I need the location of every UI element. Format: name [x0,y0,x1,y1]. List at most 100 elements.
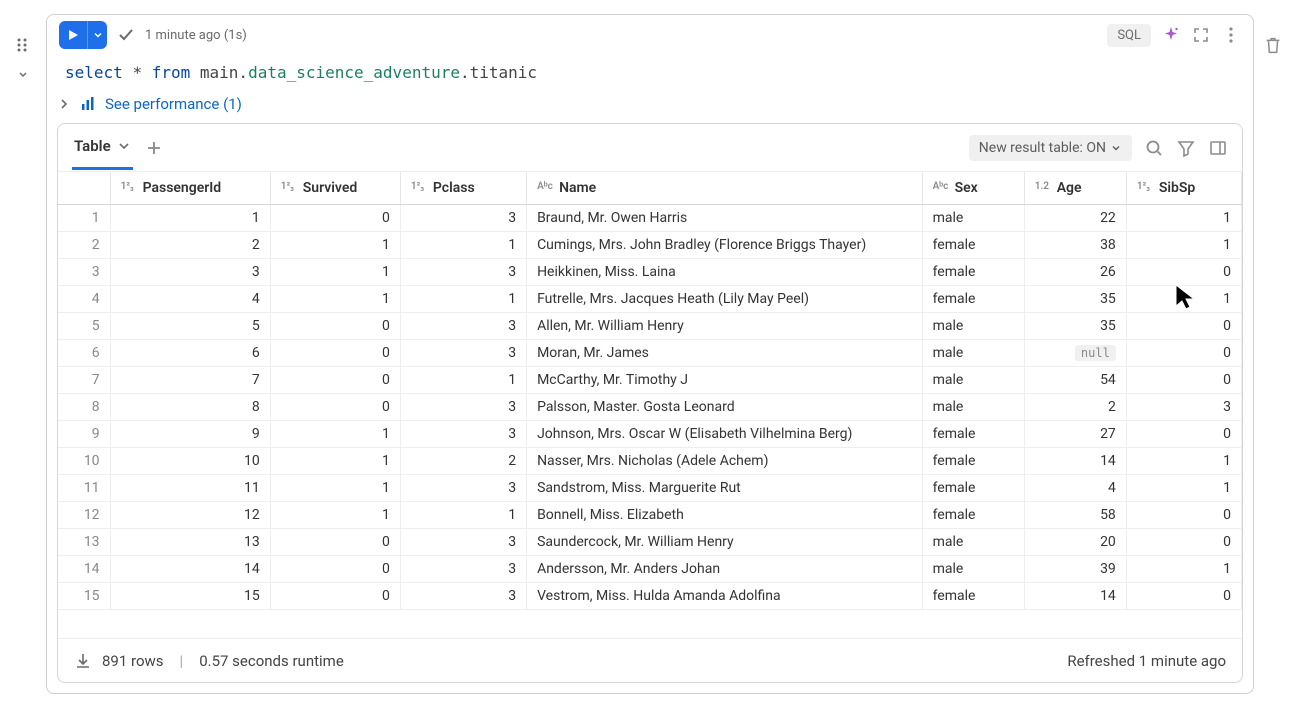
table-cell[interactable]: 9 [110,420,270,447]
table-row[interactable]: 111113Sandstrom, Miss. Marguerite Rutfem… [58,474,1242,501]
table-cell[interactable]: 7 [110,366,270,393]
search-icon[interactable] [1144,138,1164,158]
table-cell[interactable]: 0 [1126,582,1241,609]
table-cell[interactable]: female [922,501,1024,528]
sql-editor[interactable]: select * from main.data_science_adventur… [47,55,1253,91]
table-cell[interactable]: male [922,393,1024,420]
table-cell[interactable]: 5 [110,312,270,339]
table-cell[interactable]: Cumings, Mrs. John Bradley (Florence Bri… [527,231,923,258]
table-cell[interactable]: 3 [400,312,526,339]
table-cell[interactable]: 8 [110,393,270,420]
table-cell[interactable]: female [922,258,1024,285]
table-cell[interactable]: male [922,339,1024,366]
table-cell[interactable]: 1 [110,204,270,231]
run-button[interactable] [59,21,107,49]
chevron-down-icon[interactable] [117,139,131,153]
table-cell[interactable]: female [922,447,1024,474]
table-row[interactable]: 4411Futrelle, Mrs. Jacques Heath (Lily M… [58,285,1242,312]
table-cell[interactable]: 4 [1024,474,1126,501]
col-rownum[interactable] [58,172,110,204]
table-cell[interactable]: 2 [58,231,110,258]
new-result-table-toggle[interactable]: New result table: ON [969,135,1132,161]
table-cell[interactable]: male [922,204,1024,231]
table-cell[interactable]: 14 [110,555,270,582]
table-cell[interactable]: female [922,474,1024,501]
table-row[interactable]: 9913Johnson, Mrs. Oscar W (Elisabeth Vil… [58,420,1242,447]
table-cell[interactable]: 12 [58,501,110,528]
table-cell[interactable]: 1 [400,231,526,258]
table-cell[interactable]: 0 [270,204,400,231]
table-cell[interactable]: 5 [58,312,110,339]
table-cell[interactable]: 1 [1126,555,1241,582]
col-sibsp[interactable]: 1²₃SibSp [1126,172,1241,204]
table-cell[interactable]: 9 [58,420,110,447]
table-cell[interactable]: 0 [270,528,400,555]
table-cell[interactable]: 8 [58,393,110,420]
table-cell[interactable]: 0 [270,555,400,582]
table-cell[interactable]: 6 [110,339,270,366]
table-cell[interactable]: 3 [400,582,526,609]
col-sex[interactable]: AᵇcSex [922,172,1024,204]
table-cell[interactable]: Allen, Mr. William Henry [527,312,923,339]
table-cell[interactable]: 26 [1024,258,1126,285]
table-row[interactable]: 3313Heikkinen, Miss. Lainafemale260 [58,258,1242,285]
table-cell[interactable]: 1 [58,204,110,231]
add-tab-button[interactable] [145,139,163,157]
table-cell[interactable]: 1 [270,501,400,528]
table-row[interactable]: 151503Vestrom, Miss. Hulda Amanda Adolfi… [58,582,1242,609]
table-cell[interactable]: 3 [400,474,526,501]
table-row[interactable]: 7701McCarthy, Mr. Timothy Jmale540 [58,366,1242,393]
table-cell[interactable]: 0 [1126,528,1241,555]
table-cell[interactable]: 38 [1024,231,1126,258]
table-cell[interactable]: 0 [1126,339,1241,366]
table-cell[interactable]: 1 [1126,285,1241,312]
table-cell[interactable]: Vestrom, Miss. Hulda Amanda Adolfina [527,582,923,609]
table-cell[interactable]: 3 [400,420,526,447]
table-cell[interactable]: 58 [1024,501,1126,528]
col-survived[interactable]: 1²₃Survived [270,172,400,204]
table-cell[interactable]: Sandstrom, Miss. Marguerite Rut [527,474,923,501]
kebab-menu-icon[interactable] [1221,25,1241,45]
language-badge[interactable]: SQL [1107,24,1151,47]
table-cell[interactable]: 6 [58,339,110,366]
table-row[interactable]: 1103Braund, Mr. Owen Harrismale221 [58,204,1242,231]
expand-icon[interactable] [1191,25,1211,45]
table-cell[interactable]: 0 [1126,312,1241,339]
table-cell[interactable]: 10 [110,447,270,474]
table-cell[interactable]: 39 [1024,555,1126,582]
table-cell[interactable]: 3 [110,258,270,285]
table-cell[interactable]: 2 [110,231,270,258]
table-cell[interactable]: 0 [1126,366,1241,393]
table-cell[interactable]: 15 [58,582,110,609]
filter-icon[interactable] [1176,138,1196,158]
run-options-caret-icon[interactable] [87,21,107,49]
table-cell[interactable]: female [922,285,1024,312]
col-name[interactable]: AᵇcName [527,172,923,204]
table-cell[interactable]: 14 [1024,582,1126,609]
table-cell[interactable]: 20 [1024,528,1126,555]
table-cell[interactable]: 11 [58,474,110,501]
see-performance-link[interactable]: See performance (1) [47,91,1253,123]
table-cell[interactable]: 3 [400,393,526,420]
table-cell[interactable]: 13 [110,528,270,555]
table-cell[interactable]: Heikkinen, Miss. Laina [527,258,923,285]
trash-icon[interactable] [1262,34,1284,56]
table-cell[interactable]: 27 [1024,420,1126,447]
table-row[interactable]: 2211Cumings, Mrs. John Bradley (Florence… [58,231,1242,258]
table-cell[interactable]: Andersson, Mr. Anders Johan [527,555,923,582]
table-cell[interactable]: 2 [400,447,526,474]
table-row[interactable]: 121211Bonnell, Miss. Elizabethfemale580 [58,501,1242,528]
table-cell[interactable]: 0 [1126,501,1241,528]
table-cell[interactable]: 3 [58,258,110,285]
table-cell[interactable]: 4 [110,285,270,312]
table-cell[interactable]: 54 [1024,366,1126,393]
table-row[interactable]: 6603Moran, Mr. Jamesmalenull0 [58,339,1242,366]
table-cell[interactable]: female [922,582,1024,609]
table-cell[interactable]: male [922,366,1024,393]
table-cell[interactable]: 10 [58,447,110,474]
col-passengerid[interactable]: 1²₃PassengerId [110,172,270,204]
table-cell[interactable]: Saundercock, Mr. William Henry [527,528,923,555]
tab-table[interactable]: Table [72,125,133,170]
table-cell[interactable]: 13 [58,528,110,555]
table-cell[interactable]: Nasser, Mrs. Nicholas (Adele Achem) [527,447,923,474]
